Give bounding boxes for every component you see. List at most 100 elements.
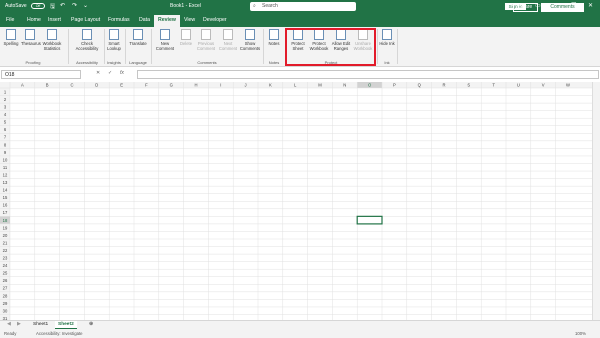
save-icon[interactable]: 🖫	[50, 2, 55, 12]
title-bar: AutoSave Off 🖫 ↶ ↷ ⌄ Book1 - Excel ⌕ Sea…	[0, 0, 600, 13]
sheet-tab-sheet1[interactable]: Sheet1	[30, 321, 51, 329]
status-bar: Ready Accessibility: Investigate 100%	[0, 329, 600, 338]
add-sheet-icon[interactable]: ⊕	[86, 321, 96, 329]
delete-comment-icon	[181, 29, 191, 40]
accessibility-status[interactable]: Accessibility: Investigate	[36, 329, 83, 338]
vertical-scrollbar[interactable]	[592, 82, 600, 320]
translate-button[interactable]: Translate	[127, 29, 149, 46]
check-accessibility-button[interactable]: Check Accessibility	[73, 29, 101, 51]
selected-cell	[356, 215, 383, 225]
separator	[151, 29, 152, 64]
column-header-S: S	[467, 83, 470, 88]
row-header-23: 23	[3, 256, 8, 261]
redo-icon[interactable]: ↷	[72, 2, 77, 9]
group-accessibility-label: Accessibility	[76, 60, 98, 65]
smart-lookup-button[interactable]: Smart Lookup	[104, 29, 124, 51]
spelling-button[interactable]: Spelling	[3, 29, 19, 46]
comments-button[interactable]: Comments	[541, 3, 584, 12]
column-header-U: U	[517, 83, 520, 88]
delete-comment-button[interactable]: Delete	[177, 29, 195, 46]
group-insights-label: Insights	[107, 60, 121, 65]
column-header-T: T	[492, 83, 495, 88]
tab-view[interactable]: View	[184, 17, 195, 23]
separator	[397, 29, 398, 64]
hide-ink-button[interactable]: Hide Ink	[379, 29, 395, 46]
row-header-19: 19	[3, 225, 8, 230]
spelling-label: Spelling	[3, 41, 19, 46]
row-header-21: 21	[3, 240, 8, 245]
notes-label: Notes	[268, 41, 280, 46]
new-comment-button[interactable]: New Comment	[154, 29, 176, 51]
name-box[interactable]: O18	[1, 70, 81, 79]
column-header-W: W	[566, 83, 570, 88]
previous-comment-button[interactable]: Previous Comment	[195, 29, 217, 51]
separator	[263, 29, 264, 64]
autosave-label: AutoSave	[5, 3, 27, 9]
row-header-25: 25	[3, 271, 8, 276]
tab-data[interactable]: Data	[139, 17, 150, 23]
column-header-K: K	[269, 83, 272, 88]
thesaurus-icon	[25, 29, 35, 40]
enter-icon[interactable]: ✓	[108, 70, 112, 76]
row-header-30: 30	[3, 308, 8, 313]
tab-page-layout[interactable]: Page Layout	[71, 17, 100, 23]
next-comment-button[interactable]: Next Comment	[217, 29, 239, 51]
next-comment-label: Next Comment	[218, 41, 238, 51]
row-header-17: 17	[3, 210, 8, 215]
group-notes-label: Notes	[268, 60, 280, 65]
document-title: Book1 - Excel	[170, 3, 201, 9]
search-input[interactable]: ⌕ Search	[250, 2, 356, 11]
formula-input[interactable]	[137, 70, 599, 79]
prev-sheet-icon[interactable]: ◀	[4, 321, 14, 329]
previous-comment-label: Previous Comment	[196, 41, 216, 51]
thesaurus-button[interactable]: Thesaurus	[21, 29, 41, 46]
next-sheet-icon[interactable]: ▶	[14, 321, 24, 329]
column-header-F: F	[145, 83, 148, 88]
separator	[68, 29, 69, 64]
insert-function-button[interactable]: fx	[120, 70, 124, 76]
sheet-tab-sheet2[interactable]: Sheet2	[55, 321, 77, 329]
row-header-12: 12	[3, 172, 8, 177]
column-header-H: H	[194, 83, 197, 88]
row-header-22: 22	[3, 248, 8, 253]
row-header-24: 24	[3, 263, 8, 268]
worksheet-grid[interactable]: A B C D E F G H I J K L M N O P Q R S T U V W12345678910111213…	[0, 82, 592, 320]
group-proofing-label: Proofing	[25, 60, 41, 65]
show-comments-button[interactable]: Show Comments	[239, 29, 261, 51]
tab-file[interactable]: File	[6, 17, 14, 23]
close-icon[interactable]: ✕	[588, 2, 593, 9]
hide-ink-label: Hide Ink	[379, 41, 395, 46]
notes-button[interactable]: Notes	[266, 29, 282, 46]
tab-review[interactable]: Review	[154, 15, 180, 27]
column-header-V: V	[542, 83, 545, 88]
share-button[interactable]: Share	[513, 3, 538, 12]
smart-lookup-icon	[109, 29, 119, 40]
search-icon: ⌕	[253, 3, 256, 9]
column-header-A: A	[21, 83, 24, 88]
tab-bar: File Home Insert Page Layout Formulas Data Rev…	[0, 13, 600, 27]
column-header-N: N	[343, 83, 346, 88]
zoom-level[interactable]: 100%	[575, 329, 586, 338]
workbook-statistics-button[interactable]: Workbook Statistics	[41, 29, 63, 51]
customize-qat-icon[interactable]: ⌄	[83, 2, 88, 9]
protect-group-highlight	[285, 28, 376, 66]
undo-icon[interactable]: ↶	[60, 2, 65, 9]
tab-developer[interactable]: Developer	[203, 17, 227, 23]
tab-home[interactable]: Home	[27, 17, 41, 23]
column-header-G: G	[170, 83, 173, 88]
smart-lookup-label: Smart Lookup	[107, 41, 121, 51]
row-header-29: 29	[3, 301, 8, 306]
row-header-11: 11	[3, 165, 8, 170]
show-comments-label: Show Comments	[239, 41, 261, 51]
row-header-20: 20	[3, 233, 8, 238]
autosave-toggle[interactable]: Off	[31, 3, 45, 9]
tab-insert[interactable]: Insert	[48, 17, 61, 23]
column-header-D: D	[95, 83, 98, 88]
column-header-P: P	[393, 83, 396, 88]
formula-bar: O18 ✕ ✓ fx	[0, 69, 600, 80]
tab-formulas[interactable]: Formulas	[108, 17, 130, 23]
check-accessibility-label: Check Accessibility	[75, 41, 99, 51]
notes-icon	[269, 29, 279, 40]
cancel-icon[interactable]: ✕	[96, 70, 100, 76]
row-header-14: 14	[3, 188, 8, 193]
